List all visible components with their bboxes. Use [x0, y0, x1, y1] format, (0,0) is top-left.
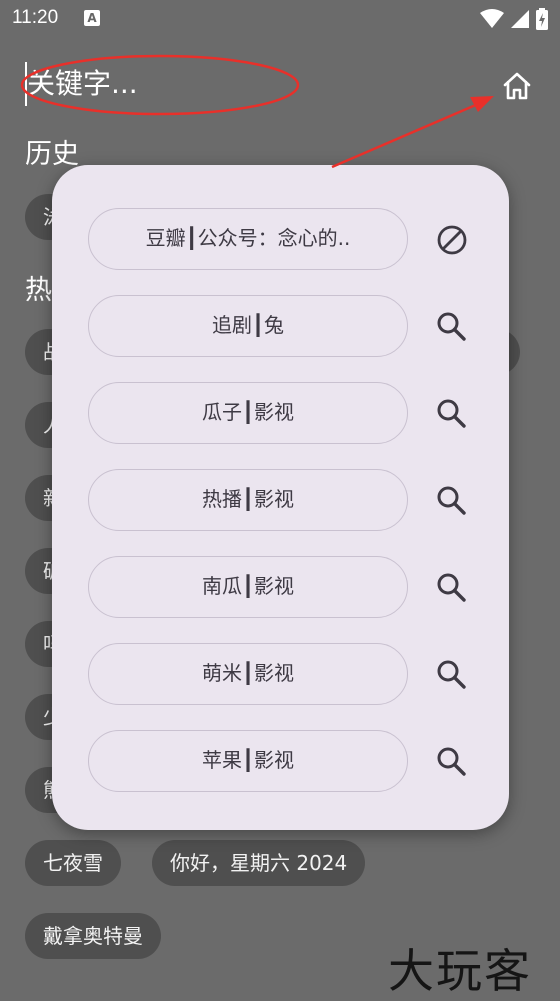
annotation-ellipse — [20, 54, 300, 116]
annotation-arrow-line — [331, 102, 479, 169]
watermark-logo: 大玩客 — [388, 944, 532, 998]
annotation-arrow-head — [470, 96, 494, 112]
annotation-overlay — [20, 54, 494, 169]
